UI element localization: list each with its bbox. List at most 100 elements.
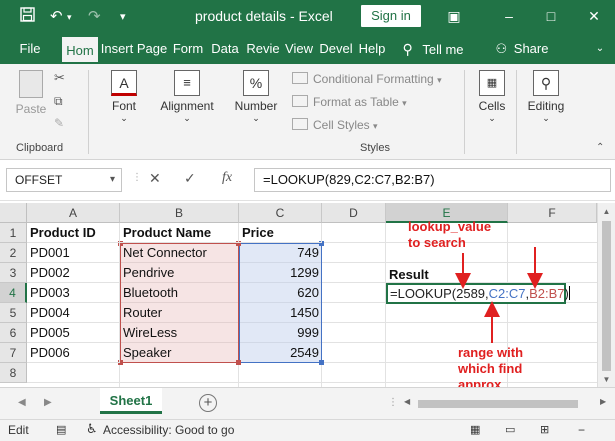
font-button[interactable]: A Font ⌄	[100, 70, 148, 124]
chevron-down-icon: ▾	[109, 174, 115, 185]
sheet-tabs-bar: ◀ ▶ Sheet1 + ⋮ ◀ ▶	[0, 387, 615, 419]
normal-view-icon[interactable]: ▦	[470, 423, 480, 436]
customize-quick-access-icon[interactable]: ▾	[120, 7, 126, 27]
collapse-ribbon-icon[interactable]: ⌄	[588, 34, 612, 64]
zoom-out-icon[interactable]: −	[578, 423, 585, 437]
format-as-table-icon	[292, 95, 308, 107]
conditional-formatting-label: Conditional Formatting	[313, 72, 434, 86]
sheet-bar-grip-icon: ⋮	[388, 397, 398, 408]
maximize-button[interactable]: □	[537, 4, 565, 28]
formula-bar: OFFSET ▾ ⋮ ✕ ✓ fx =LOOKUP(829,C2:C7,B2:B…	[0, 161, 615, 201]
tab-page-layout[interactable]: Page	[136, 34, 168, 64]
formula-bar-grip-icon: ⋮	[132, 172, 142, 183]
tab-formulas[interactable]: Form	[170, 34, 206, 64]
cell-styles-button[interactable]: Cell Styles ▾	[292, 118, 378, 132]
worksheet-grid[interactable]: A B C D E F 1 2 3 4 5 6 7 8 Product ID P…	[0, 203, 615, 408]
tab-data[interactable]: Data	[208, 34, 242, 64]
add-sheet-button[interactable]: +	[199, 394, 217, 412]
enter-icon[interactable]: ✓	[184, 170, 196, 187]
lightbulb-icon: ⚲	[402, 41, 413, 57]
name-box-value: OFFSET	[15, 173, 63, 187]
insert-function-icon[interactable]: fx	[222, 170, 232, 186]
tab-home[interactable]: Hom	[62, 37, 98, 64]
share-label: Share	[513, 41, 549, 56]
scroll-up-icon[interactable]: ▲	[598, 207, 615, 216]
accessibility-status[interactable]: Accessibility: Good to go	[103, 423, 234, 437]
tab-file[interactable]: File	[10, 34, 50, 64]
scroll-down-icon[interactable]: ▼	[598, 375, 615, 384]
alignment-button[interactable]: ≡ Alignment ⌄	[154, 70, 220, 124]
sign-in-button[interactable]: Sign in	[361, 5, 421, 27]
tab-view[interactable]: View	[284, 34, 314, 64]
conditional-formatting-button[interactable]: Conditional Formatting ▾	[292, 72, 442, 86]
cells-button[interactable]: ▦ Cells ⌄	[472, 70, 512, 124]
cancel-icon[interactable]: ✕	[149, 170, 161, 187]
tab-review[interactable]: Revie	[244, 34, 282, 64]
alignment-icon: ≡	[174, 70, 200, 96]
number-label: Number	[234, 99, 278, 113]
ribbon: Paste ✂ ⧉ ✎ Clipboard A Font ⌄ ≡ Alignme…	[0, 64, 615, 160]
chevron-down-icon: ▾	[402, 98, 407, 108]
tell-me-label: Tell me	[422, 42, 464, 57]
sheet-tab-sheet1[interactable]: Sheet1	[100, 388, 162, 414]
format-painter-icon[interactable]: ✎	[54, 116, 64, 130]
title-bar: ↶ ▾ ↷ ▾ product details - Excel Sign in …	[0, 0, 615, 34]
prev-sheet-icon[interactable]: ◀	[18, 397, 26, 408]
page-break-icon[interactable]: ⊞	[540, 423, 549, 436]
tab-developer[interactable]: Devel	[316, 34, 356, 64]
horizontal-scrollbar[interactable]: ◀ ▶	[402, 397, 612, 411]
share-icon: ⚇	[495, 41, 508, 56]
ribbon-separator	[516, 70, 517, 154]
alignment-label: Alignment	[160, 99, 214, 113]
page-layout-icon[interactable]: ▭	[505, 423, 515, 436]
cell-styles-label: Cell Styles	[313, 118, 370, 132]
macro-record-icon[interactable]: ▤	[56, 423, 66, 436]
tab-insert[interactable]: Insert	[100, 34, 134, 64]
ribbon-separator	[464, 70, 465, 154]
scroll-right-icon[interactable]: ▶	[600, 397, 606, 406]
undo-dropdown-icon[interactable]: ▾	[67, 7, 72, 27]
chevron-down-icon: ▾	[437, 75, 442, 85]
collapse-ribbon-icon[interactable]: ⌃	[596, 142, 604, 153]
vertical-scrollbar[interactable]: ▲ ▼	[597, 203, 615, 387]
save-icon[interactable]	[20, 7, 35, 28]
scroll-left-icon[interactable]: ◀	[404, 397, 410, 406]
format-as-table-button[interactable]: Format as Table ▾	[292, 95, 407, 109]
document-title: product details - Excel	[195, 8, 333, 24]
close-button[interactable]: ✕	[580, 4, 608, 28]
horizontal-scroll-thumb[interactable]	[418, 400, 578, 408]
status-bar: Edit ▤ ♿ Accessibility: Good to go ▦ ▭ ⊞…	[0, 419, 615, 441]
ribbon-display-options-icon[interactable]: ▣	[440, 4, 468, 28]
percent-icon: %	[243, 70, 269, 96]
minimize-button[interactable]: –	[495, 4, 523, 28]
redo-icon[interactable]: ↷	[88, 7, 101, 27]
formula-input[interactable]: =LOOKUP(829,C2:C7,B2:B7)	[254, 168, 611, 192]
chevron-down-icon: ⌄	[252, 113, 260, 123]
font-icon: A	[111, 70, 137, 96]
font-label: Font	[111, 99, 136, 113]
chevron-down-icon: ⌄	[120, 113, 128, 123]
share-button[interactable]: ⚇ Share	[490, 34, 554, 64]
chevron-down-icon: ⌄	[542, 113, 550, 123]
styles-group-label: Styles	[360, 142, 390, 154]
chevron-down-icon: ⌄	[183, 113, 191, 123]
paste-button[interactable]: Paste	[10, 70, 52, 116]
number-button[interactable]: % Number ⌄	[226, 70, 286, 124]
name-box[interactable]: OFFSET ▾	[6, 168, 122, 192]
copy-icon[interactable]: ⧉	[54, 94, 63, 109]
cell-styles-icon	[292, 118, 308, 130]
cells-label: Cells	[478, 99, 506, 113]
chevron-down-icon: ⌄	[488, 113, 496, 123]
annotation-arrows	[455, 247, 543, 343]
ribbon-separator	[88, 70, 89, 154]
cut-icon[interactable]: ✂	[54, 70, 65, 86]
undo-icon[interactable]: ↶	[50, 7, 63, 27]
next-sheet-icon[interactable]: ▶	[44, 397, 52, 408]
tab-help[interactable]: Help	[358, 34, 386, 64]
vertical-scroll-thumb[interactable]	[602, 221, 611, 371]
status-mode: Edit	[8, 423, 29, 437]
tell-me-search[interactable]: ⚲ Tell me	[396, 34, 470, 64]
editing-label: Editing	[527, 99, 565, 113]
editing-button[interactable]: ⚲ Editing ⌄	[522, 70, 570, 124]
accessibility-icon[interactable]: ♿	[86, 421, 98, 437]
